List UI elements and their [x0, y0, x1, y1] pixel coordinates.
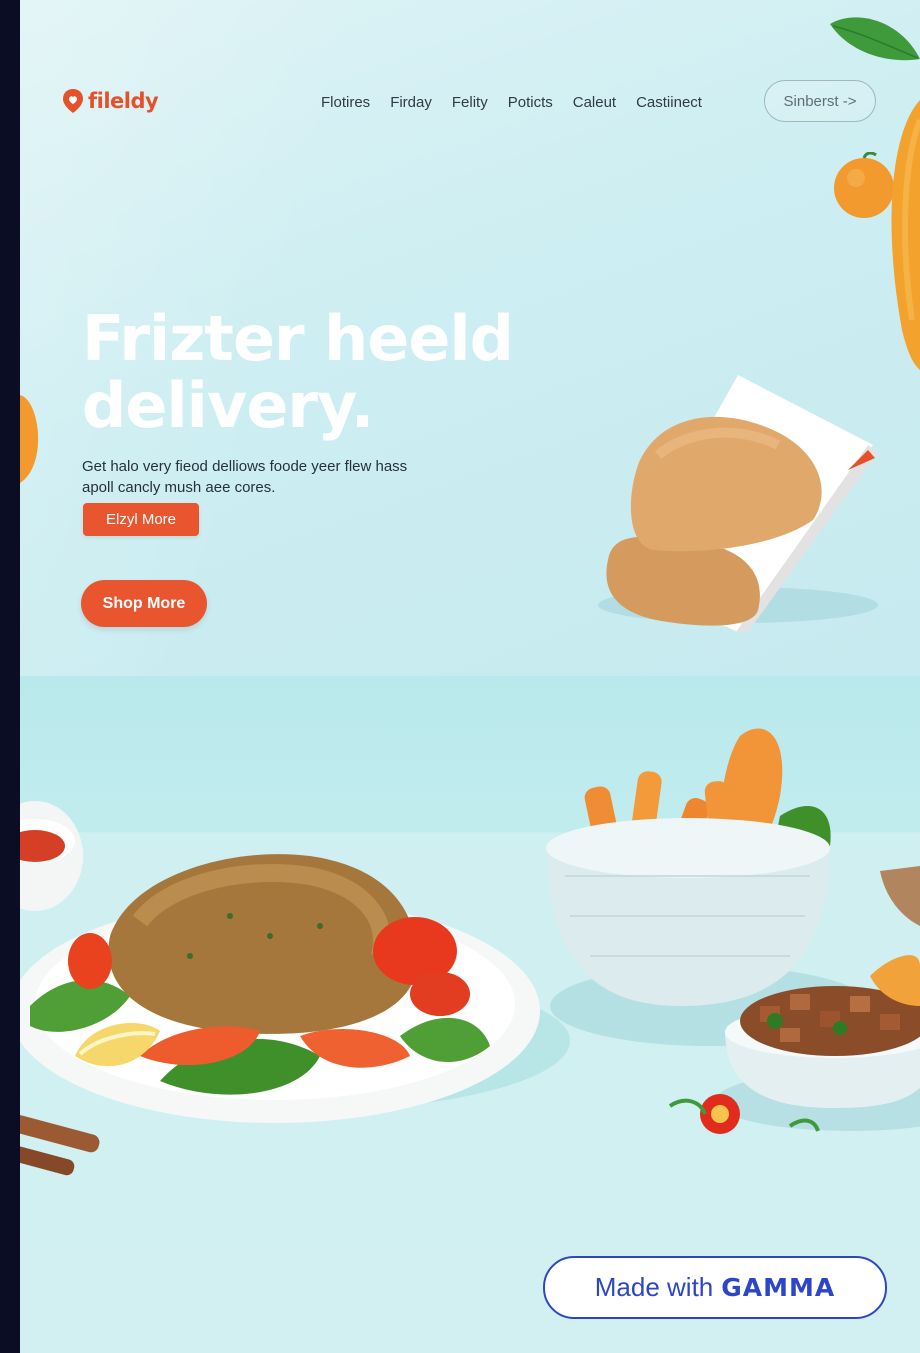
nav-item-firday[interactable]: Firday: [390, 94, 432, 111]
nav-item-poticts[interactable]: Poticts: [508, 94, 553, 111]
badge-prefix: Made with: [594, 1272, 714, 1302]
hero-subtitle: Get halo very fieod delliows foode yeer …: [82, 458, 408, 496]
nav-item-caleut[interactable]: Caleut: [573, 94, 616, 111]
orange-left-illustration: [20, 395, 39, 483]
location-pin-icon: [63, 89, 83, 113]
nav-item-castiinect[interactable]: Castiinect: [636, 94, 702, 111]
left-edge-bar: [0, 0, 20, 1353]
nav-item-felity[interactable]: Felity: [452, 94, 488, 111]
gamma-logo: GAMMA: [721, 1273, 836, 1302]
main-nav: Flotires Firday Felity Poticts Caleut Ca…: [321, 94, 722, 111]
shop-more-button[interactable]: Shop More: [81, 580, 207, 627]
mango-illustration: [891, 100, 920, 370]
brand-logo[interactable]: fileldy: [62, 88, 159, 114]
brand-name: fileldy: [88, 89, 159, 113]
made-with-gamma-badge[interactable]: Made with GAMMA: [543, 1256, 887, 1319]
leaf-illustration: [830, 17, 920, 61]
hero-title: Frizter heeld delivery.: [82, 302, 514, 442]
signin-button[interactable]: Sinberst ->: [764, 80, 876, 122]
food-showcase-section: [20, 676, 920, 1353]
bread-wrap-illustration: [598, 375, 878, 632]
food-table-illustration: [20, 728, 920, 1176]
hero-section: fileldy Flotires Firday Felity Poticts C…: [20, 0, 920, 676]
primary-cta-button[interactable]: Elzyl More: [83, 503, 199, 536]
page: fileldy Flotires Firday Felity Poticts C…: [20, 0, 920, 1353]
nav-item-flotires[interactable]: Flotires: [321, 94, 370, 111]
